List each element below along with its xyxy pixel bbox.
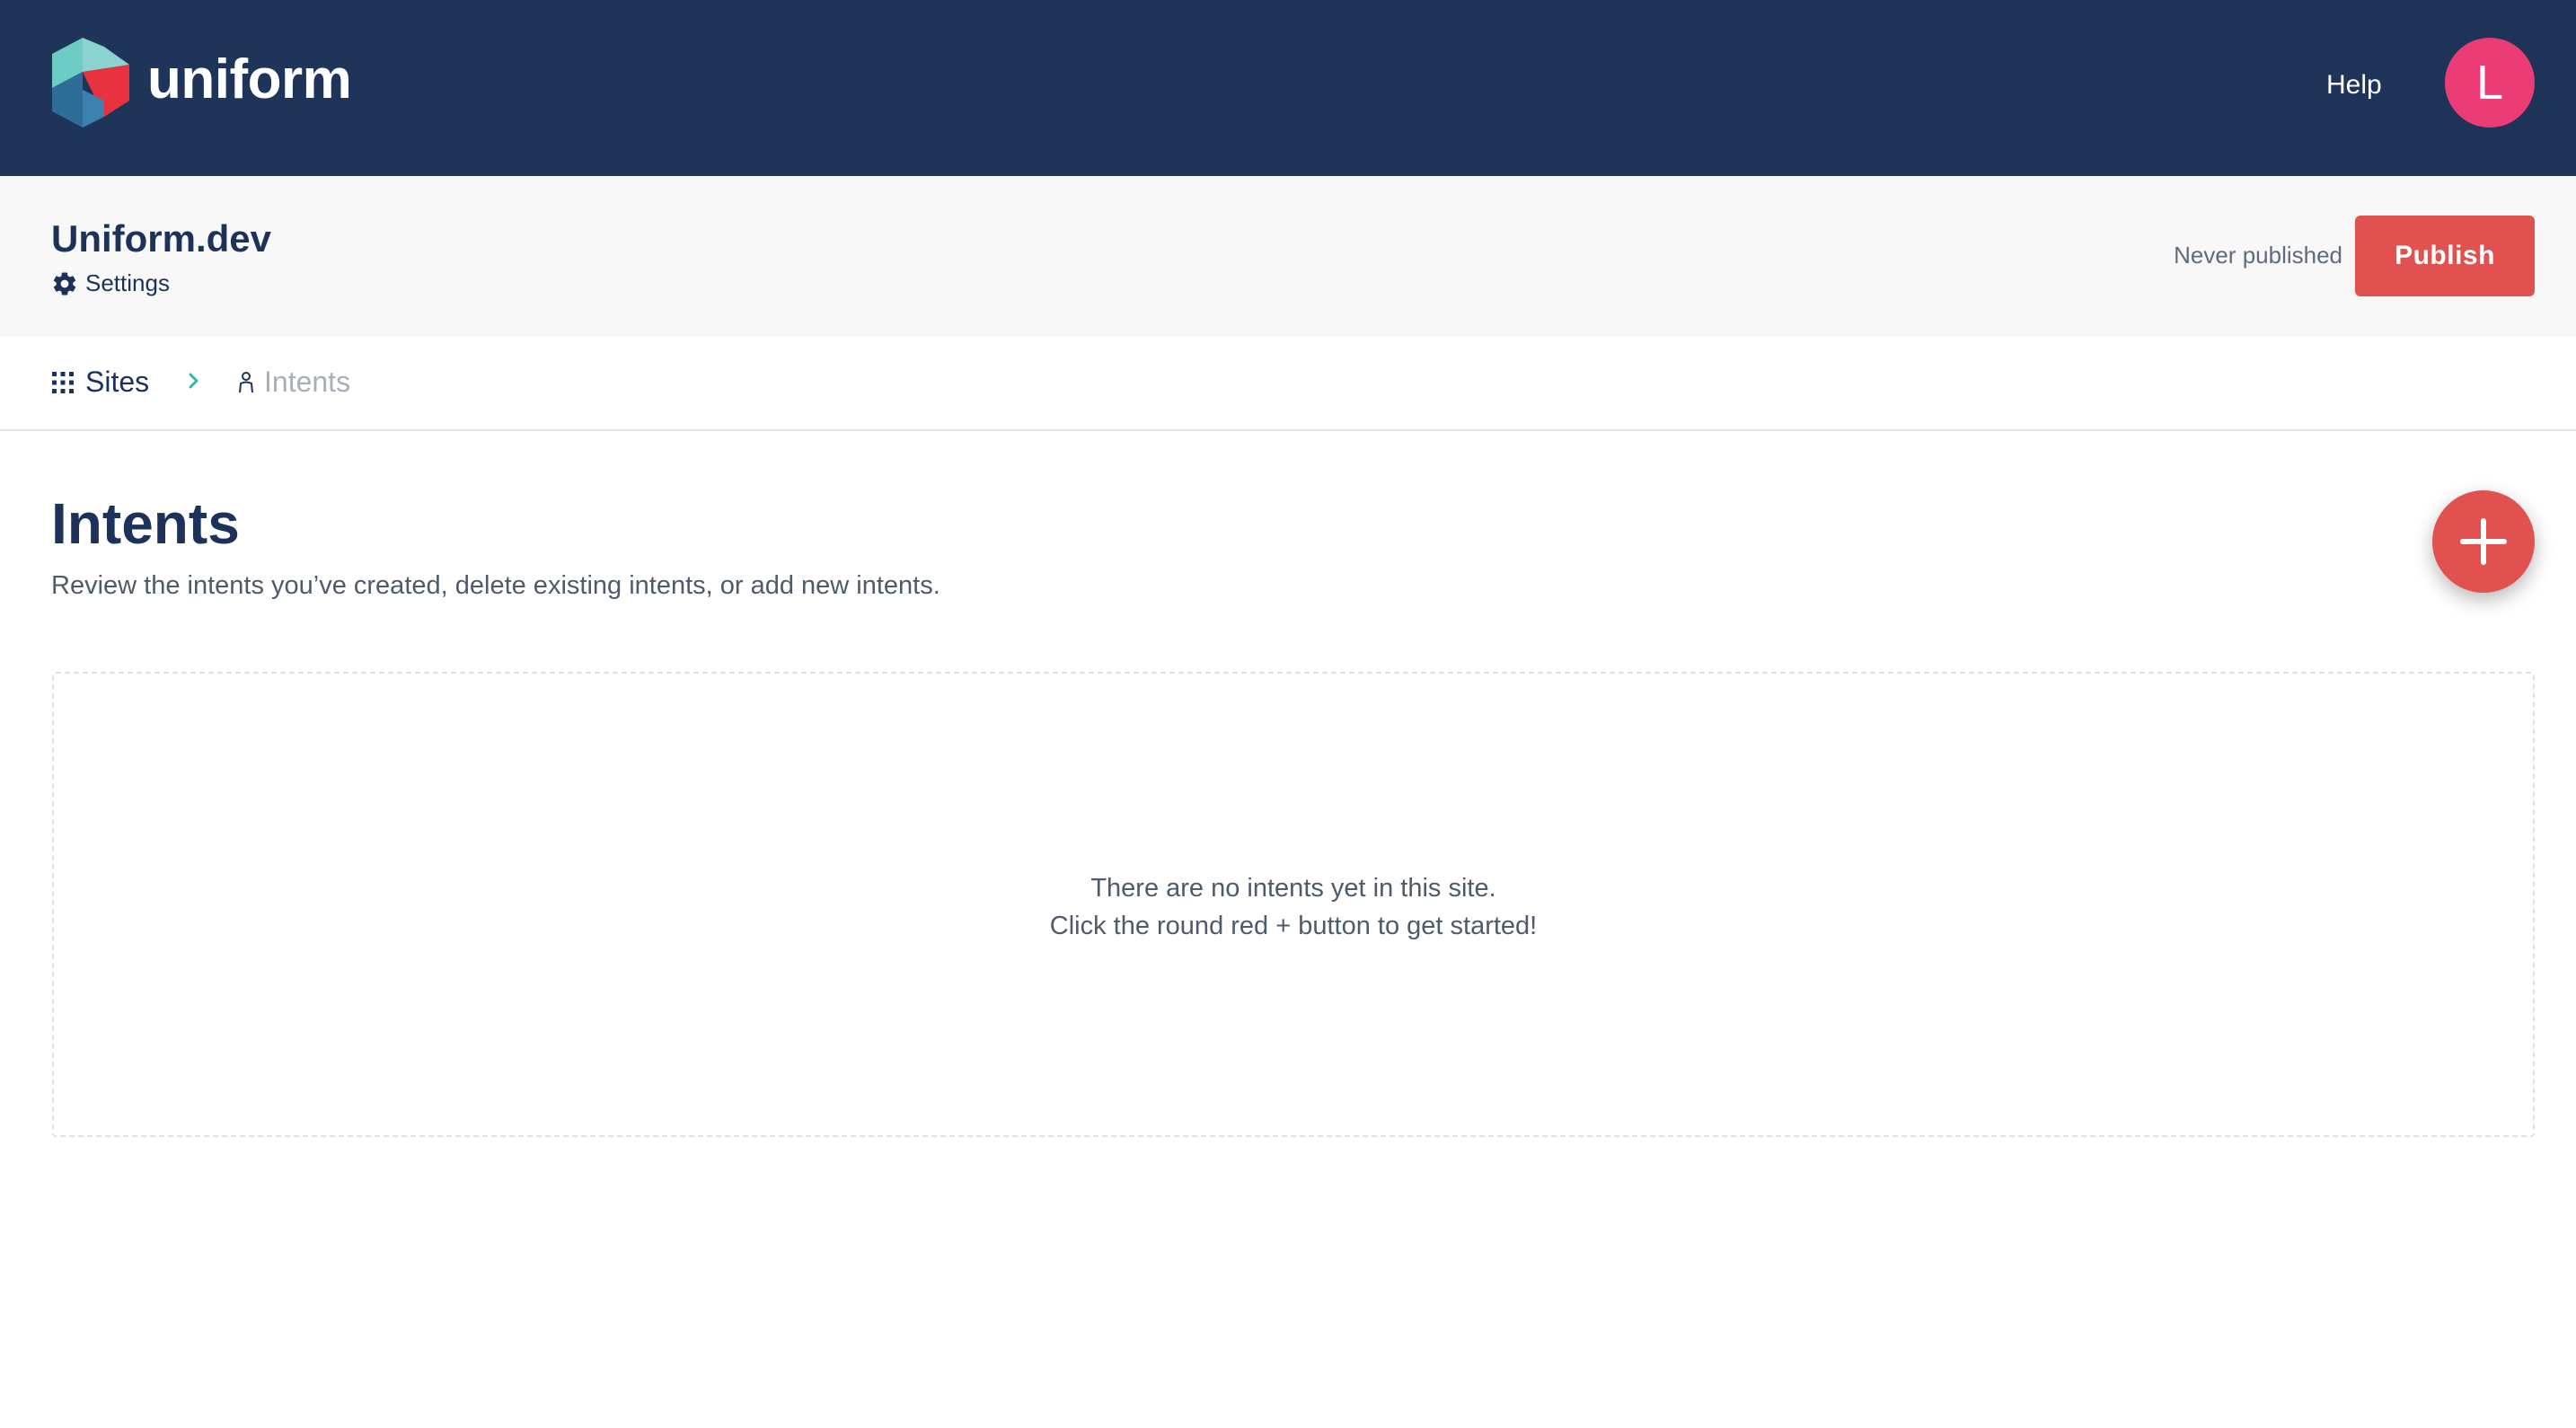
- brand-name: uniform: [147, 48, 352, 110]
- settings-label: Settings: [85, 269, 170, 296]
- person-icon: [239, 371, 253, 392]
- publish-status: Never published: [2174, 242, 2342, 269]
- publish-button[interactable]: Publish: [2355, 216, 2535, 296]
- site-header: Uniform.dev Settings Never published Pub…: [0, 176, 2576, 337]
- help-link[interactable]: Help: [2326, 70, 2382, 101]
- page-subtitle: Review the intents you’ve created, delet…: [51, 571, 940, 600]
- uniform-logo-icon: [52, 38, 129, 128]
- plus-icon: [2460, 518, 2507, 565]
- empty-state-line-2: Click the round red + button to get star…: [1049, 912, 1538, 940]
- breadcrumb-intents-label: Intents: [264, 366, 351, 398]
- breadcrumb: Sites Intents: [0, 337, 2576, 431]
- add-intent-button[interactable]: [2432, 490, 2535, 593]
- user-avatar[interactable]: L: [2445, 38, 2535, 128]
- breadcrumb-sites-label: Sites: [85, 366, 150, 398]
- uniform-logo[interactable]: uniform: [50, 36, 352, 129]
- top-navbar: uniform Help L: [0, 0, 2576, 176]
- empty-state-message: There are no intents yet in this site. C…: [54, 869, 2533, 945]
- empty-state-line-1: There are no intents yet in this site.: [1090, 874, 1496, 903]
- breadcrumb-intents: Intents: [237, 366, 350, 399]
- grid-icon: [52, 371, 74, 393]
- settings-link[interactable]: Settings: [51, 269, 170, 297]
- intents-empty-state: There are no intents yet in this site. C…: [52, 672, 2535, 1137]
- site-name: Uniform.dev: [51, 217, 272, 260]
- page-title: Intents: [51, 491, 240, 556]
- chevron-right-icon: [189, 373, 198, 389]
- gear-icon: [53, 272, 76, 295]
- breadcrumb-sites[interactable]: Sites: [51, 366, 149, 399]
